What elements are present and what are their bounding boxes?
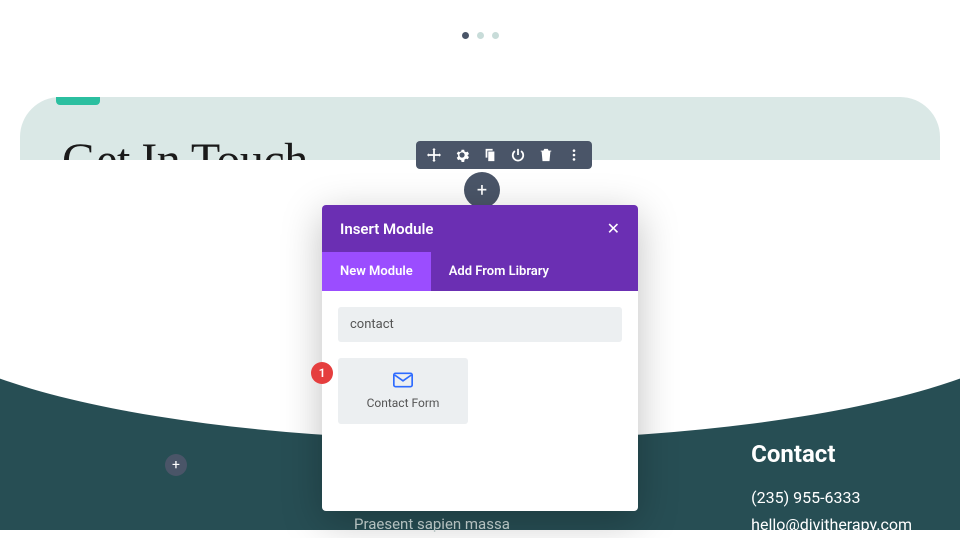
module-contact-form[interactable]: Contact Form: [338, 358, 468, 424]
modal-tabs: New Module Add From Library: [322, 252, 638, 291]
tab-new-module[interactable]: New Module: [322, 252, 431, 291]
close-icon[interactable]: ✕: [607, 219, 620, 238]
module-label: Contact Form: [346, 396, 460, 410]
power-icon[interactable]: [510, 147, 526, 163]
insert-module-modal: Insert Module ✕ New Module Add From Libr…: [322, 205, 638, 511]
plus-icon: +: [172, 457, 180, 473]
contact-email: hello@divitherapy.com: [751, 511, 912, 538]
dot-3[interactable]: [492, 32, 499, 39]
dot-1[interactable]: [462, 32, 469, 39]
modal-body: Contact Form: [322, 291, 638, 511]
footer-snippet: Praesent sapien massa: [354, 515, 510, 533]
gear-icon[interactable]: [454, 147, 470, 163]
contact-phone: (235) 955-6333: [751, 484, 912, 511]
pager-dots: [0, 0, 960, 39]
module-results: Contact Form: [338, 358, 622, 424]
move-icon[interactable]: [426, 147, 442, 163]
contact-block: Contact (235) 955-6333 hello@divitherapy…: [751, 440, 912, 538]
tab-add-from-library[interactable]: Add From Library: [431, 252, 567, 291]
hero-accent: [56, 97, 100, 105]
contact-heading: Contact: [751, 440, 912, 468]
annotation-badge-1: 1: [311, 362, 333, 384]
module-toolbar: [416, 141, 592, 169]
plus-icon: +: [477, 180, 487, 201]
trash-icon[interactable]: [538, 147, 554, 163]
modal-title: Insert Module: [340, 220, 433, 238]
dot-2[interactable]: [477, 32, 484, 39]
duplicate-icon[interactable]: [482, 147, 498, 163]
module-search-input[interactable]: [338, 307, 622, 342]
modal-header: Insert Module ✕: [322, 205, 638, 252]
add-section-button[interactable]: +: [165, 454, 187, 476]
add-module-knob[interactable]: +: [464, 172, 500, 208]
mail-icon: [346, 372, 460, 392]
more-icon[interactable]: [566, 147, 582, 163]
